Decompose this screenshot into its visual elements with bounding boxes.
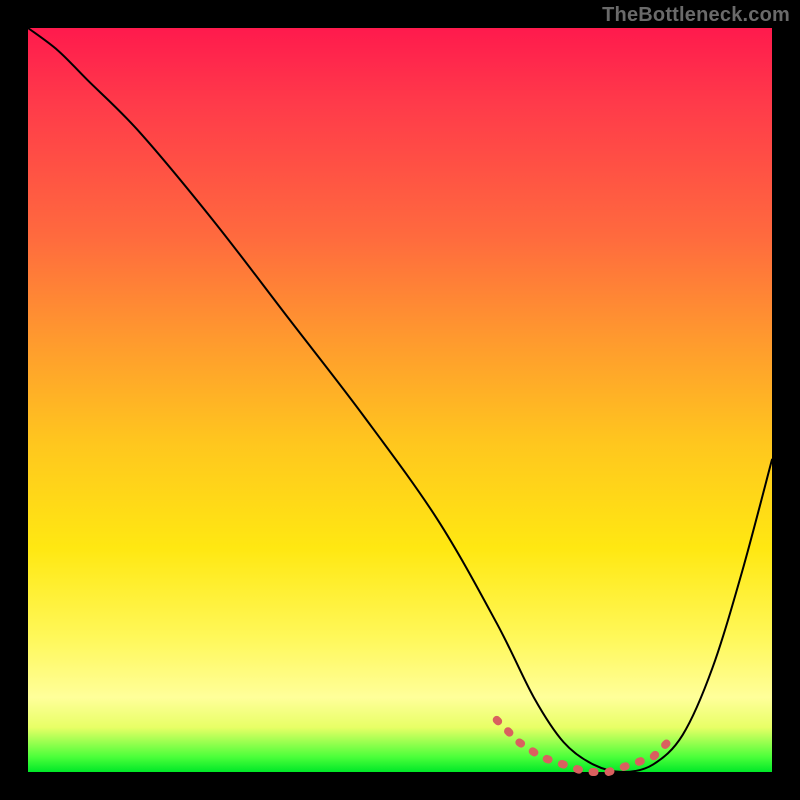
plot-area [28,28,772,772]
optimal-range-markers [497,720,668,772]
curve-svg [28,28,772,772]
bottleneck-curve [28,28,772,772]
watermark-text: TheBottleneck.com [602,4,790,27]
chart-frame: TheBottleneck.com [0,0,800,800]
